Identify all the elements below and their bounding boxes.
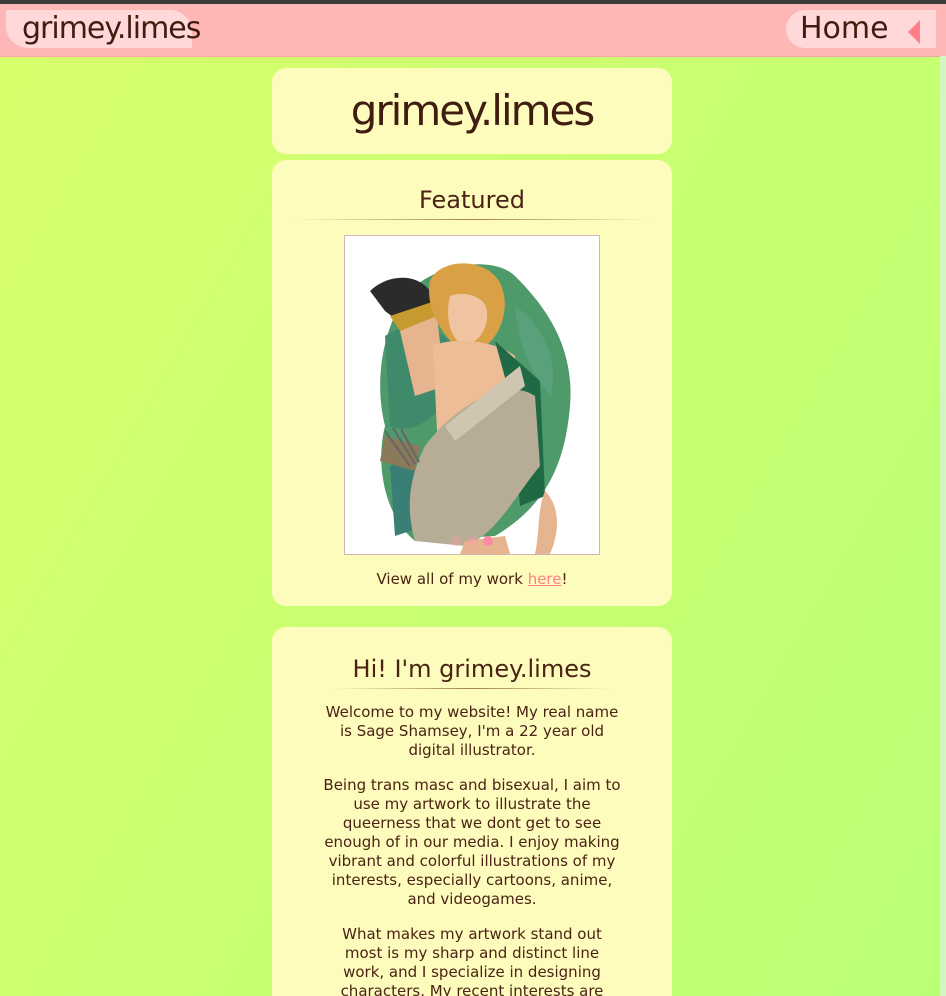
featured-artwork[interactable]: [344, 235, 600, 555]
about-heading: Hi! I'm grimey.limes: [352, 655, 592, 683]
view-all-line: View all of my work here!: [272, 570, 672, 588]
view-all-prefix: View all of my work: [376, 570, 528, 588]
carousel-dot[interactable]: [467, 536, 477, 546]
carousel-dot[interactable]: [451, 536, 461, 546]
about-card: Hi! I'm grimey.limes Welcome to my websi…: [272, 627, 672, 996]
title-card: grimey.limes: [272, 68, 672, 154]
carousel-dots: [345, 536, 599, 546]
carousel-dot-active[interactable]: [483, 536, 493, 546]
view-all-link[interactable]: here: [528, 570, 562, 588]
about-paragraph: Being trans masc and bisexual, I aim to …: [323, 776, 621, 908]
featured-heading: Featured: [419, 186, 525, 214]
artwork-illustration: [370, 263, 571, 554]
about-paragraph: What makes my artwork stand out most is …: [340, 925, 604, 996]
about-divider: [332, 688, 612, 689]
about-body: Welcome to my website! My real name is S…: [322, 703, 622, 996]
left-triangle-icon: [908, 20, 920, 44]
home-label: Home: [800, 11, 889, 46]
view-all-suffix: !: [561, 570, 568, 588]
top-nav: grimey.limes Home: [0, 4, 946, 57]
about-paragraph: Welcome to my website! My real name is S…: [325, 703, 619, 759]
nav-brand-link[interactable]: grimey.limes: [6, 10, 201, 48]
featured-card: Featured View all of my work here!: [272, 160, 672, 606]
home-button[interactable]: Home: [786, 10, 936, 48]
featured-divider: [292, 219, 652, 220]
page-title: grimey.limes: [350, 86, 596, 135]
page-scrollbar[interactable]: [940, 56, 946, 996]
